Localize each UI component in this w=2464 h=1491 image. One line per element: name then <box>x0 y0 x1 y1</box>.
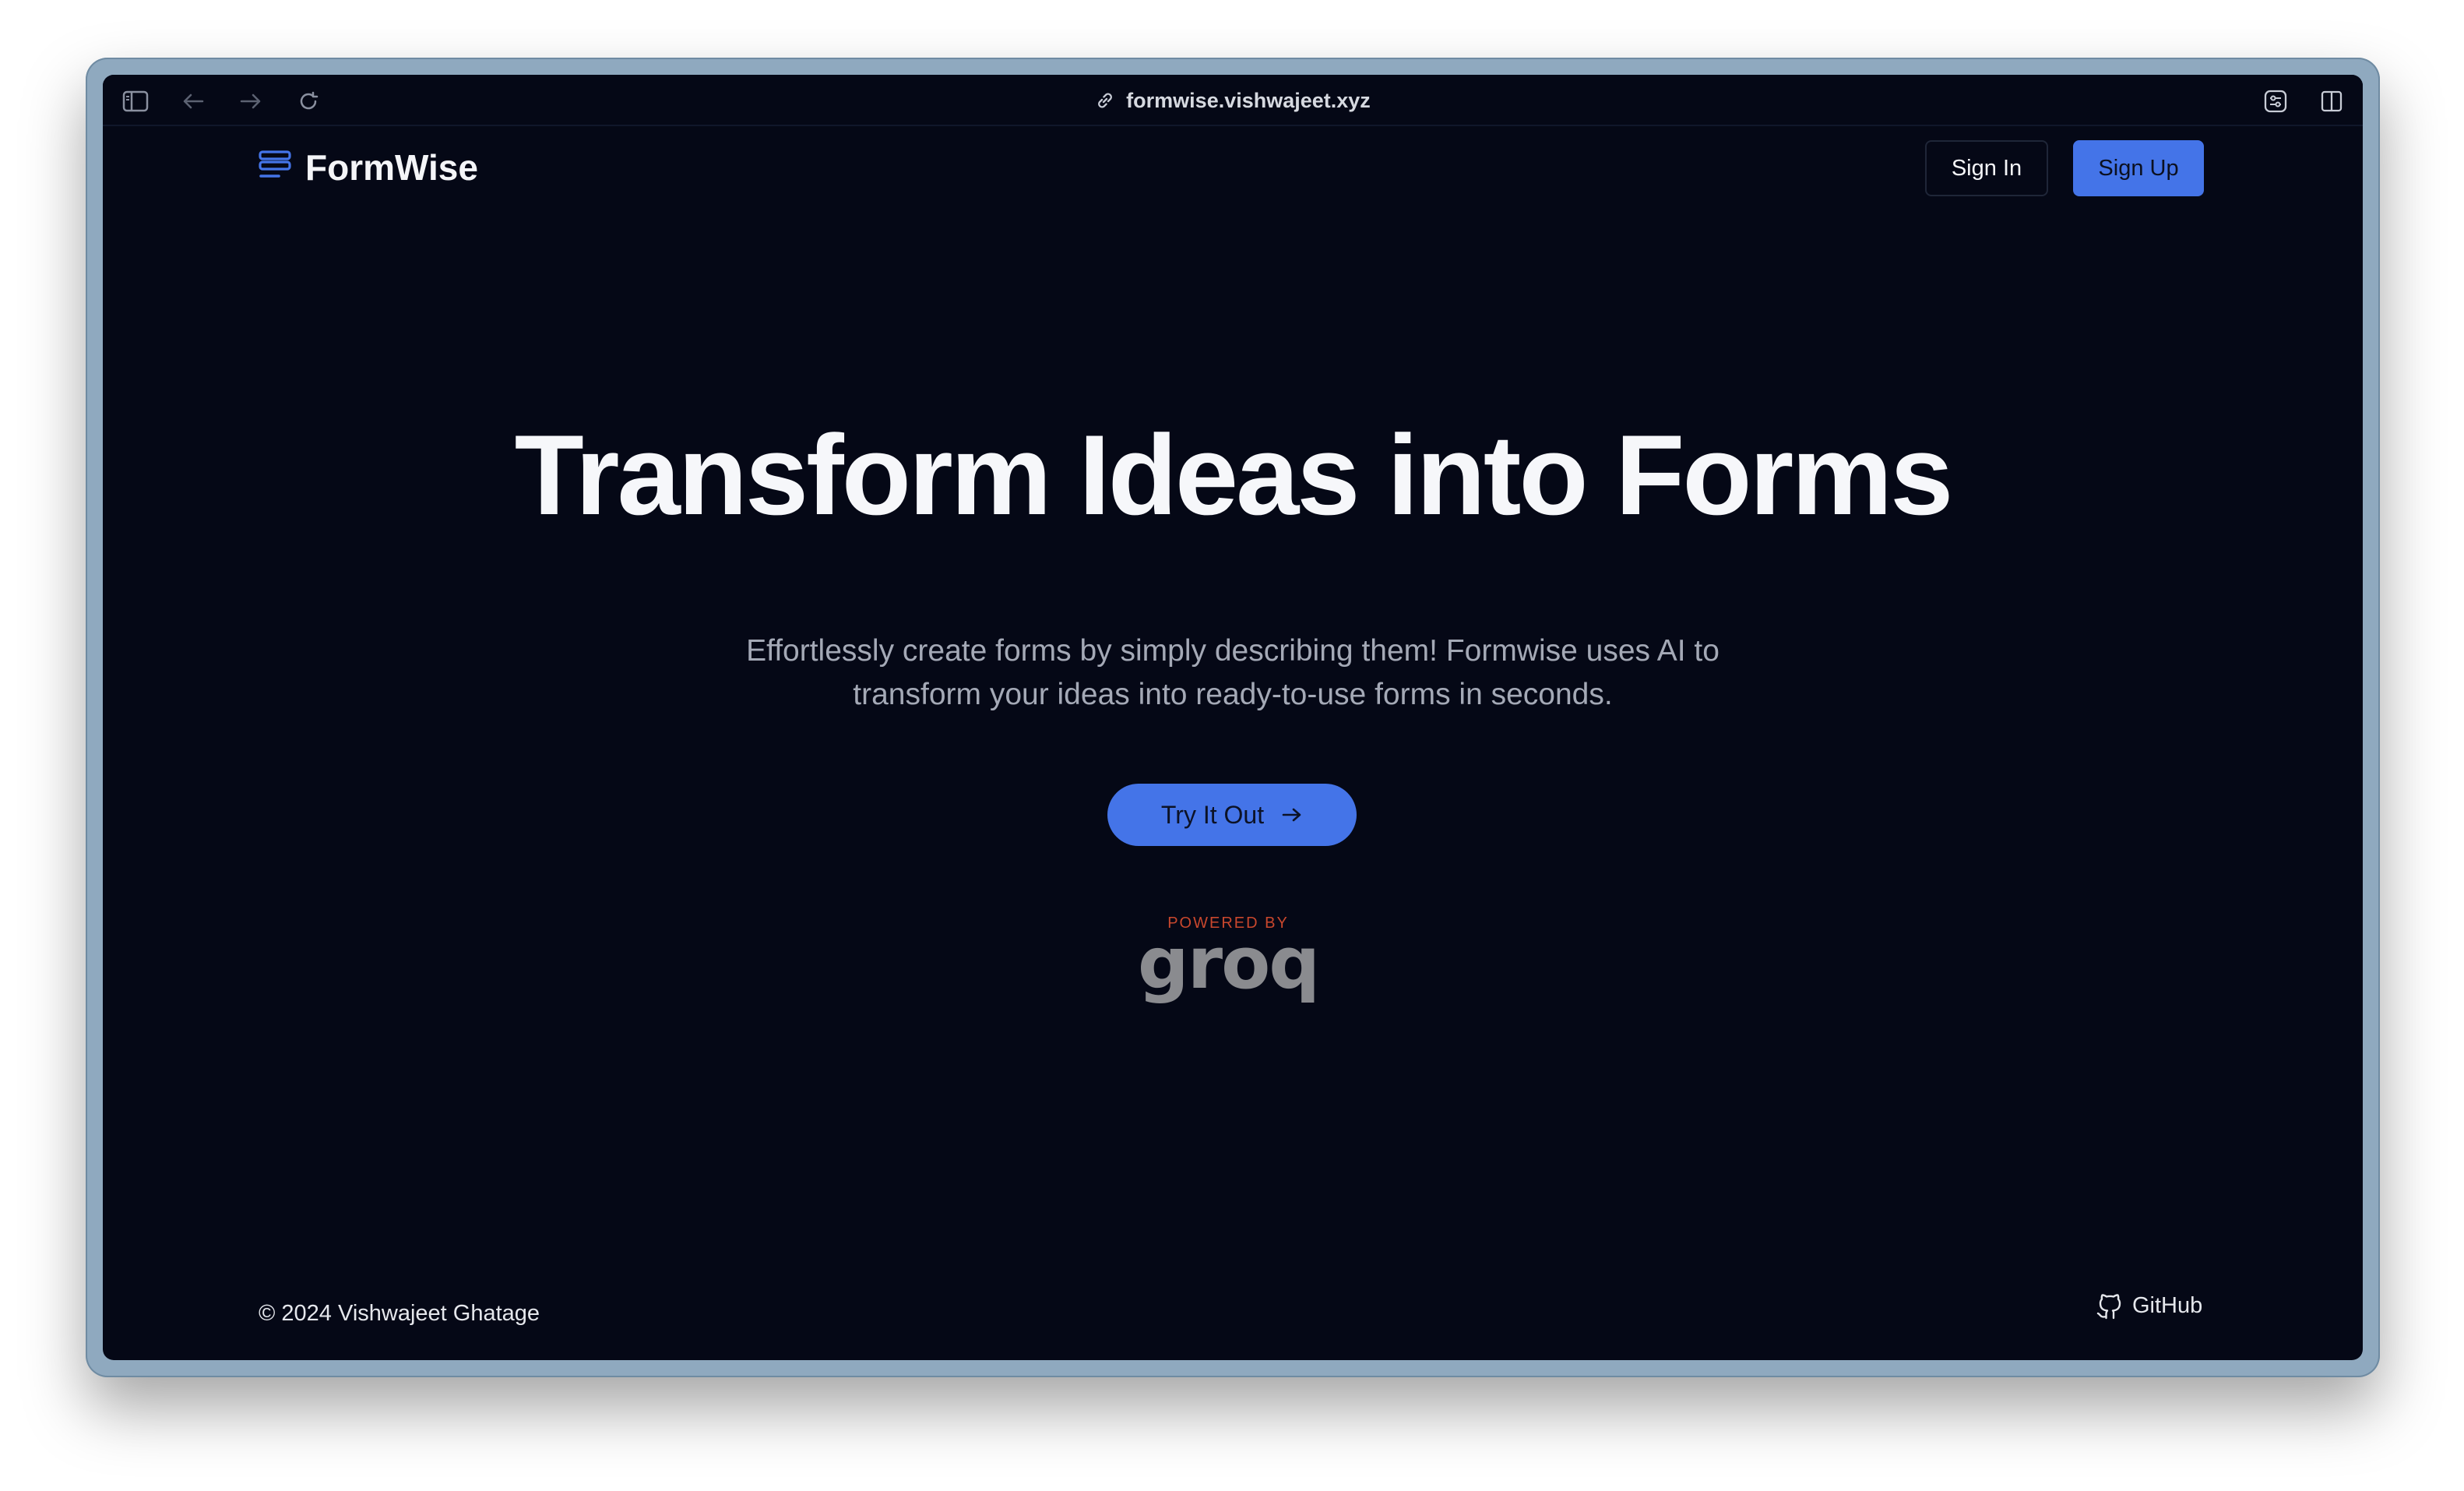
arrow-right-icon <box>1281 806 1303 823</box>
sign-up-button[interactable]: Sign Up <box>2073 140 2204 196</box>
sidebar-toggle-icon[interactable] <box>120 86 151 117</box>
groq-logo: groq <box>1137 922 1320 1005</box>
brand-name: FormWise <box>305 147 478 188</box>
split-view-icon[interactable] <box>2316 86 2347 117</box>
footer-copyright: © 2024 Vishwajeet Ghatage <box>259 1301 540 1326</box>
back-arrow-icon[interactable] <box>178 86 209 117</box>
github-link[interactable]: GitHub <box>2096 1292 2202 1320</box>
reload-icon[interactable] <box>293 86 324 117</box>
brand-logo[interactable]: FormWise <box>259 146 478 189</box>
link-icon <box>1095 90 1115 111</box>
try-it-out-label: Try It Out <box>1160 800 1265 829</box>
sign-in-button[interactable]: Sign In <box>1925 140 2048 196</box>
powered-by-groq[interactable]: POWERED BY groq <box>1131 915 1325 1005</box>
hero-title: Transform Ideas into Forms <box>514 411 1954 538</box>
address-bar: formwise.vishwajeet.xyz <box>103 75 2363 126</box>
forward-arrow-icon[interactable] <box>235 86 266 117</box>
github-label: GitHub <box>2132 1292 2203 1318</box>
browser-toolbar: formwise.vishwajeet.xyz <box>103 75 2363 126</box>
url-text[interactable]: formwise.vishwajeet.xyz <box>1126 89 1371 113</box>
form-stack-icon <box>259 150 291 185</box>
hero-subtitle: Effortlessly create forms by simply desc… <box>746 634 1720 711</box>
extension-icon[interactable] <box>2260 86 2291 117</box>
try-it-out-button[interactable]: Try It Out <box>1107 784 1357 846</box>
github-icon <box>2096 1292 2123 1320</box>
browser-window: formwise.vishwajeet.xyz FormWise Sign In… <box>103 75 2363 1360</box>
